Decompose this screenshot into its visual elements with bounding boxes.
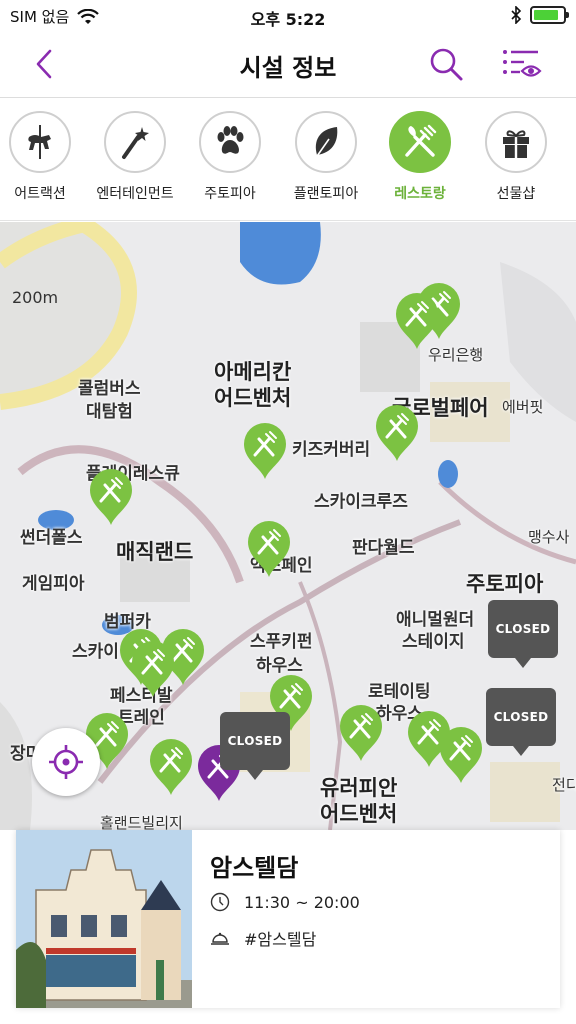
fork-knife-pin-icon [132, 641, 174, 697]
category-label: 주토피아 [204, 186, 256, 202]
map-label: 에버핏 [502, 398, 544, 416]
fork-knife-pin-icon [150, 739, 192, 795]
map-label: 스카이 [72, 642, 119, 662]
map-label: 스카이크루즈 [314, 492, 408, 512]
app-header: 시설 정보 [0, 32, 576, 98]
fork-knife-pin-icon [340, 705, 382, 761]
facility-tag: #암스텔담 [244, 930, 317, 949]
map-label: 키즈커버리 [292, 440, 371, 460]
fork-knife-pin-icon [396, 293, 438, 349]
category-label: 선물샵 [496, 186, 536, 202]
facility-name: 암스텔담 [210, 854, 299, 882]
map-label: 아메리칸 [214, 360, 292, 384]
map-label: 전디 [552, 776, 576, 794]
paw-icon [217, 126, 244, 154]
map-label: 썬더폴스 [20, 528, 83, 548]
park-map[interactable]: 200m 아메리칸 어드벤처 콜럼버스 대탐험 글로벌페어 에버핏 우리은행 키… [0, 222, 576, 830]
restaurant-pin[interactable] [242, 422, 288, 480]
gift-icon [503, 130, 529, 158]
clock: 오후 5:22 [250, 10, 326, 29]
category-entertainment[interactable]: 엔터테인먼트 [87, 111, 183, 203]
search-button[interactable] [426, 44, 466, 84]
map-label: 어드벤처 [214, 386, 292, 410]
cloche-icon [211, 932, 229, 945]
map-label: 콜럼버스 [78, 379, 141, 399]
clock-icon [210, 892, 230, 912]
category-gift-shop[interactable]: 선물샵 [468, 111, 564, 203]
battery-icon [530, 6, 569, 24]
closed-label: CLOSED [488, 600, 558, 658]
fork-knife-pin-icon [376, 405, 418, 461]
category-bar: 어트랙션 엔터테인먼트 주토피아 플랜토피아 레스토랑 선물샵 [0, 99, 576, 221]
restaurant-pin[interactable] [438, 726, 484, 784]
restaurant-pin[interactable] [374, 404, 420, 462]
map-label: 매직랜드 [116, 540, 194, 564]
map-label: 로테이팅 [368, 682, 431, 702]
facility-hours: 11:30 ~ 20:00 [244, 892, 360, 912]
map-label: 대탐험 [86, 402, 133, 422]
leaf-icon [314, 127, 338, 160]
restaurant-pin[interactable] [394, 292, 440, 350]
fork-knife-pin-icon [248, 521, 290, 577]
magic-wand-icon [122, 127, 149, 159]
restaurant-pin[interactable] [130, 640, 176, 698]
category-zootopia[interactable]: 주토피아 [182, 111, 278, 203]
category-label: 엔터테인먼트 [96, 186, 174, 202]
closed-label: CLOSED [220, 712, 290, 770]
category-label: 레스토랑 [394, 186, 446, 202]
facility-card[interactable]: 암스텔담 11:30 ~ 20:00 #암스텔담 [16, 830, 560, 1008]
category-attraction[interactable]: 어트랙션 [0, 111, 88, 203]
restaurant-pin[interactable] [246, 520, 292, 578]
facility-photo [16, 830, 192, 1008]
bluetooth-icon [511, 6, 522, 24]
map-label: 유러피안 [320, 776, 398, 800]
category-label: 어트랙션 [14, 186, 66, 202]
map-label: 판다월드 [352, 538, 415, 558]
map-label: 맹수사 [528, 528, 570, 546]
fork-knife-pin-icon [90, 469, 132, 525]
category-restaurant[interactable]: 레스토랑 [372, 111, 468, 203]
list-view-button[interactable] [500, 44, 544, 84]
map-label: 애니멀원더 [396, 610, 475, 630]
fork-knife-pin-icon [440, 727, 482, 783]
restaurant-pin[interactable] [148, 738, 194, 796]
map-label: 주토피아 [466, 572, 544, 596]
fork-knife-icon [405, 124, 437, 157]
map-label: 스푸키펀 [250, 632, 313, 652]
page-title: 시설 정보 [239, 54, 337, 82]
closed-marker[interactable]: CLOSED [220, 712, 290, 780]
search-icon [430, 48, 463, 81]
list-eye-icon [503, 50, 542, 77]
map-label: 스테이지 [402, 632, 465, 652]
carousel-horse-icon [28, 125, 51, 159]
category-plantopia[interactable]: 플랜토피아 [278, 111, 374, 203]
closed-marker[interactable]: CLOSED [486, 688, 556, 756]
status-bar: SIM 없음 오후 5:22 [0, 0, 576, 32]
restaurant-pin[interactable] [88, 468, 134, 526]
my-location-button[interactable] [32, 728, 100, 796]
map-label: 어드벤처 [320, 802, 398, 826]
crosshair-icon [49, 745, 83, 779]
closed-marker[interactable]: CLOSED [488, 600, 558, 668]
map-label: 홀랜드빌리지 [100, 814, 183, 830]
closed-label: CLOSED [486, 688, 556, 746]
fork-knife-pin-icon [244, 423, 286, 479]
hours-row: 11:30 ~ 20:00 [210, 892, 360, 912]
restaurant-pin[interactable] [338, 704, 384, 762]
tag-row: #암스텔담 [210, 926, 316, 950]
category-label: 플랜토피아 [293, 186, 359, 202]
map-scale: 200m [12, 288, 59, 307]
map-label: 게임피아 [22, 574, 85, 594]
